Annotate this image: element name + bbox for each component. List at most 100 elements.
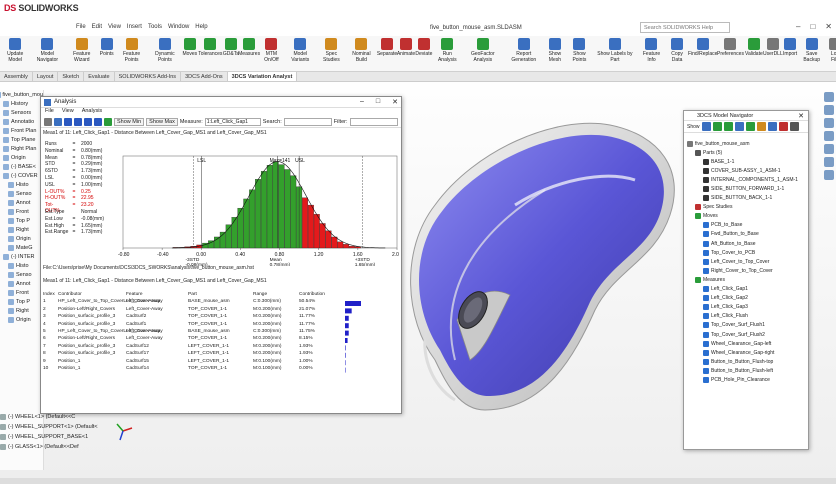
table-row[interactable]: 8 Position_surfacic_profile_3 CadSurf17 LEF… bbox=[43, 351, 343, 358]
ribbon-button-variants[interactable]: Model Variants bbox=[285, 38, 316, 63]
filter-studies-icon[interactable] bbox=[778, 122, 788, 131]
tree-item[interactable]: (-) BASE< bbox=[0, 162, 43, 171]
menu-item-edit[interactable]: Edit bbox=[92, 24, 102, 34]
navigator-item[interactable]: Left_Click_Gap3 bbox=[687, 303, 807, 312]
tab-5[interactable]: 3DCS Add-Ons bbox=[181, 72, 228, 81]
navigator-item[interactable]: Top_Cover_to_PCB bbox=[687, 248, 807, 257]
table-row[interactable]: 9 Position_1 CadSurf15 LEFT_COVER_1-1 M:0.10… bbox=[43, 359, 343, 366]
ribbon-button-log[interactable]: Log File bbox=[826, 38, 836, 63]
menu-item-insert[interactable]: Insert bbox=[127, 24, 142, 34]
tree-item[interactable]: (-) COVER bbox=[0, 171, 43, 180]
navigator-item[interactable]: Left_Click_Gap2 bbox=[687, 294, 807, 303]
close-icon[interactable]: ✕ bbox=[825, 22, 832, 31]
filter-gdt-icon[interactable] bbox=[734, 122, 744, 131]
navigator-item[interactable]: SIDE_BUTTON_FORWARD_1-1 bbox=[687, 184, 807, 193]
tree-item[interactable]: (-) GLASS<1> (Default<<Def bbox=[0, 442, 110, 452]
navigator-item[interactable]: Spec Studies bbox=[687, 203, 807, 212]
tree-item[interactable]: Origin bbox=[0, 315, 43, 324]
custom-properties-icon[interactable] bbox=[824, 170, 834, 180]
refresh-icon[interactable] bbox=[104, 118, 112, 126]
next-icon[interactable] bbox=[84, 118, 92, 126]
ribbon-button-update[interactable]: Update Model bbox=[2, 38, 28, 63]
navigator-item[interactable]: Wheel_Clearance_Gap-right bbox=[687, 348, 807, 357]
tab-0[interactable]: Assembly bbox=[0, 72, 33, 81]
navigator-item[interactable]: Left_Click_Gap1 bbox=[687, 285, 807, 294]
ribbon-button-save[interactable]: Save Backup bbox=[800, 38, 824, 63]
table-row[interactable]: 1 HP_Left_Cover_to_Top_CoverLeft_Cover-Aw… bbox=[43, 299, 343, 306]
ribbon-button-nominal[interactable]: Nominal Build bbox=[347, 38, 376, 63]
maximize-icon[interactable]: □ bbox=[376, 98, 380, 106]
ribbon-button-userdll[interactable]: UserDLL bbox=[763, 38, 783, 57]
tree-item[interactable]: (-) WHEEL_SUPPORT<1> (Default< bbox=[0, 422, 110, 432]
ribbon-button-moves[interactable]: Moves bbox=[182, 38, 197, 57]
navigator-item[interactable]: Top_Cover_Surf_Flush2 bbox=[687, 330, 807, 339]
tab-4[interactable]: SOLIDWORKS Add-Ins bbox=[115, 72, 182, 81]
tree-item[interactable]: Origin bbox=[0, 153, 43, 162]
navigator-item[interactable]: PCB_to_Base bbox=[687, 221, 807, 230]
show-max-button[interactable]: Show Max bbox=[146, 118, 178, 126]
navigator-item[interactable]: Top_Cover_Surf_Flush1 bbox=[687, 321, 807, 330]
tree-item[interactable]: MateG bbox=[0, 243, 43, 252]
close-icon[interactable]: ✕ bbox=[392, 98, 398, 106]
menu-item-view[interactable]: View bbox=[108, 24, 121, 34]
ribbon-button-info[interactable]: Feature Info bbox=[638, 38, 664, 63]
first-icon[interactable] bbox=[64, 118, 72, 126]
ribbon-button-find[interactable]: Find/Replace bbox=[688, 38, 717, 57]
ribbon-button-run[interactable]: Run Analysis bbox=[434, 38, 460, 63]
filter-input[interactable] bbox=[349, 118, 398, 126]
navigator-item[interactable]: Parts (5) bbox=[687, 148, 807, 157]
tree-item[interactable]: Front Plan bbox=[0, 126, 43, 135]
mouse-3d-model[interactable] bbox=[395, 110, 695, 420]
ribbon-button-copy[interactable]: Copy Data bbox=[667, 38, 687, 63]
design-library-icon[interactable] bbox=[824, 118, 834, 128]
tab-1[interactable]: Layout bbox=[33, 72, 59, 81]
tree-item[interactable]: Annot bbox=[0, 198, 43, 207]
navigator-item[interactable]: Right_Cover_to_Top_Cover bbox=[687, 266, 807, 275]
tree-item[interactable]: (-) WHEEL_SUPPORT_BASE<1 bbox=[0, 432, 110, 442]
tree-item[interactable]: Right bbox=[0, 225, 43, 234]
show-min-button[interactable]: Show Min bbox=[114, 118, 145, 126]
tree-item[interactable]: Histo bbox=[0, 180, 43, 189]
ribbon-button-points[interactable]: Points bbox=[100, 38, 114, 57]
tab-6[interactable]: 3DCS Variation Analyst bbox=[227, 72, 298, 81]
ribbon-button-mtm[interactable]: MTM On/Off bbox=[260, 38, 282, 63]
ribbon-button-separate[interactable]: Separate bbox=[377, 38, 397, 57]
navigator-item[interactable]: Left_Click_Flush bbox=[687, 312, 807, 321]
ribbon-button-geofactor[interactable]: GeoFactor Analysis bbox=[463, 38, 503, 63]
table-row[interactable]: 3 Position_surfacic_profile_3 CadSurf2 TOP_… bbox=[43, 314, 343, 321]
minimize-icon[interactable]: – bbox=[796, 22, 800, 31]
search-input[interactable] bbox=[283, 118, 332, 126]
navigator-item[interactable]: COVER_SUB-ASSY_1_ASM-1 bbox=[687, 166, 807, 175]
ribbon-button-deviate[interactable]: Deviate bbox=[415, 38, 432, 57]
histogram-icon[interactable] bbox=[54, 118, 62, 126]
navigator-item[interactable]: Moves bbox=[687, 212, 807, 221]
navigator-item[interactable]: BASE_1-1 bbox=[687, 157, 807, 166]
navigator-item[interactable]: Fwd_Button_to_Base bbox=[687, 230, 807, 239]
ribbon-button-spec[interactable]: Spec Studies bbox=[318, 38, 344, 63]
filter-measures-icon[interactable] bbox=[745, 122, 755, 131]
navigator-item[interactable]: Measures bbox=[687, 275, 807, 284]
minimize-icon[interactable]: – bbox=[360, 98, 364, 106]
tree-item[interactable]: Front bbox=[0, 288, 43, 297]
table-row[interactable]: 4 Position_surfacic_profile_3 CadSurf1 TOP_… bbox=[43, 322, 343, 329]
maximize-icon[interactable]: □ bbox=[810, 22, 815, 31]
tree-item[interactable]: Senso bbox=[0, 189, 43, 198]
tree-item[interactable]: Front bbox=[0, 207, 43, 216]
tree-item[interactable]: Top P bbox=[0, 297, 43, 306]
tree-item[interactable]: Right bbox=[0, 306, 43, 315]
tree-root[interactable]: five_button_mou bbox=[0, 90, 43, 99]
tree-item[interactable]: Origin bbox=[0, 234, 43, 243]
navigator-item[interactable]: Left_Cover_to_Top_Cover bbox=[687, 257, 807, 266]
ribbon-button-import[interactable]: Import bbox=[783, 38, 797, 57]
menu-item-tools[interactable]: Tools bbox=[148, 24, 162, 34]
filter-points-icon[interactable] bbox=[756, 122, 766, 131]
navigator-item[interactable]: PCB_Hole_Pin_Clearance bbox=[687, 375, 807, 384]
ribbon-button-wizard[interactable]: Feature Wizard bbox=[66, 38, 97, 63]
tree-item[interactable]: Right Plan bbox=[0, 144, 43, 153]
resources-icon[interactable] bbox=[824, 105, 834, 115]
navigator-item[interactable]: INTERNAL_COMPONENTS_1_ASM-1 bbox=[687, 175, 807, 184]
last-icon[interactable] bbox=[94, 118, 102, 126]
navigator-item[interactable]: Button_to_Button_Flush-left bbox=[687, 366, 807, 375]
close-icon[interactable]: ✕ bbox=[798, 112, 804, 120]
tree-item[interactable]: Sensors bbox=[0, 108, 43, 117]
